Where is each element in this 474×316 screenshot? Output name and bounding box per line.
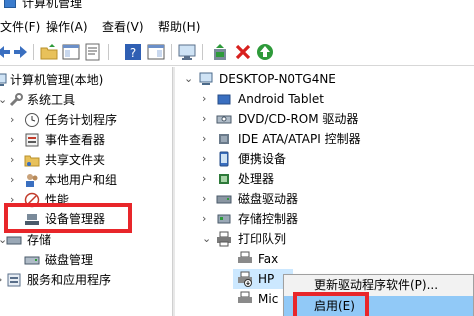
services-icon bbox=[7, 273, 21, 287]
chevron-right-icon[interactable]: › bbox=[202, 192, 212, 206]
tree-services-apps[interactable]: › 服务和应用程序 bbox=[0, 270, 172, 290]
tree-task-scheduler[interactable]: › 任务计划程序 bbox=[0, 110, 172, 130]
chevron-right-icon[interactable]: › bbox=[202, 152, 212, 166]
device-category-print-queue[interactable]: ⌄ 打印队列 bbox=[175, 229, 474, 249]
menu-action[interactable]: 操作(A) bbox=[46, 18, 88, 35]
svg-text:?: ? bbox=[130, 46, 136, 60]
computer-icon bbox=[199, 72, 213, 85]
event-viewer-icon bbox=[25, 133, 39, 147]
chevron-down-icon[interactable]: ⌄ bbox=[184, 72, 194, 86]
device-category-portable[interactable]: › 便携设备 bbox=[175, 149, 474, 169]
printer-icon bbox=[217, 231, 231, 247]
tree-event-viewer[interactable]: › 事件查看器 bbox=[0, 130, 172, 150]
tree-storage[interactable]: ⌄ 存储 bbox=[0, 230, 172, 250]
portable-device-icon bbox=[219, 151, 229, 167]
monitor-icon[interactable] bbox=[178, 43, 196, 61]
device-category-storage-controller[interactable]: › 存储控制器 bbox=[175, 209, 474, 229]
storage-controller-icon bbox=[217, 214, 231, 224]
dvd-drive-icon bbox=[216, 115, 232, 124]
title-bar: 计算机管理 bbox=[0, 0, 474, 10]
menu-file[interactable]: 文件(F) bbox=[0, 18, 40, 35]
chevron-right-icon[interactable]: › bbox=[10, 113, 20, 127]
highlight-device-manager bbox=[4, 203, 132, 233]
computer-management-icon bbox=[0, 73, 7, 86]
device-category-ide[interactable]: › IDE ATA/ATAPI 控制器 bbox=[175, 129, 474, 149]
printer-disabled-icon bbox=[238, 271, 252, 287]
chevron-right-icon[interactable]: › bbox=[202, 132, 212, 146]
tablet-icon bbox=[217, 94, 231, 105]
update-driver-icon[interactable] bbox=[211, 43, 229, 61]
device-category-processor[interactable]: › 处理器 bbox=[175, 169, 474, 189]
processor-icon bbox=[219, 174, 229, 184]
chevron-down-icon[interactable]: ⌄ bbox=[0, 93, 8, 107]
device-category-android[interactable]: › Android Tablet bbox=[175, 89, 474, 109]
device-root[interactable]: ⌄ DESKTOP-N0TG4NE bbox=[175, 69, 474, 89]
printer-icon bbox=[238, 291, 252, 303]
chevron-right-icon[interactable]: › bbox=[202, 172, 212, 186]
toolbar: ? bbox=[0, 38, 474, 66]
tree-disk-management[interactable]: 磁盘管理 bbox=[0, 250, 172, 270]
chevron-down-icon[interactable]: ⌄ bbox=[202, 232, 212, 246]
device-fax[interactable]: Fax bbox=[175, 249, 474, 269]
window-title: 计算机管理 bbox=[22, 0, 83, 10]
fax-icon bbox=[238, 251, 252, 263]
properties-icon[interactable] bbox=[84, 43, 102, 61]
help-icon[interactable]: ? bbox=[124, 43, 142, 61]
chevron-right-icon[interactable]: › bbox=[202, 92, 212, 106]
forward-icon[interactable] bbox=[12, 43, 30, 61]
chevron-right-icon[interactable]: › bbox=[202, 212, 212, 226]
show-hide-tree-icon[interactable] bbox=[62, 43, 80, 61]
menu-help[interactable]: 帮助(H) bbox=[158, 18, 200, 35]
menu-bar: 文件(F) 操作(A) 查看(V) 帮助(H) bbox=[0, 12, 474, 38]
back-icon[interactable] bbox=[0, 43, 12, 61]
disk-drive-icon bbox=[216, 195, 232, 204]
up-folder-icon[interactable] bbox=[40, 43, 58, 61]
enable-icon[interactable] bbox=[256, 43, 274, 61]
users-icon bbox=[26, 174, 38, 187]
highlight-enable bbox=[293, 292, 369, 316]
device-category-dvd[interactable]: › DVD/CD-ROM 驱动器 bbox=[175, 109, 474, 129]
show-pane-icon[interactable] bbox=[147, 43, 165, 61]
tree-root[interactable]: 计算机管理(本地) bbox=[0, 70, 172, 90]
console-tree: 计算机管理(本地) ⌄ 系统工具 › 任务计划程序 › 事件查看器 › 共享文件… bbox=[0, 67, 172, 316]
tools-icon bbox=[9, 93, 23, 107]
clock-icon bbox=[25, 113, 39, 127]
chevron-right-icon[interactable]: › bbox=[202, 112, 212, 126]
tree-local-users[interactable]: › 本地用户和组 bbox=[0, 170, 172, 190]
computer-management-icon bbox=[4, 0, 16, 8]
chevron-right-icon[interactable]: › bbox=[10, 133, 20, 147]
tree-system-tools[interactable]: ⌄ 系统工具 bbox=[0, 90, 172, 110]
menu-view[interactable]: 查看(V) bbox=[102, 18, 144, 35]
device-category-disk-drives[interactable]: › 磁盘驱动器 bbox=[175, 189, 474, 209]
storage-icon bbox=[6, 236, 22, 245]
chevron-right-icon[interactable]: › bbox=[10, 173, 20, 187]
ide-controller-icon bbox=[219, 134, 229, 144]
uninstall-icon[interactable] bbox=[234, 43, 252, 61]
tree-shared-folders[interactable]: › 共享文件夹 bbox=[0, 150, 172, 170]
chevron-right-icon[interactable]: › bbox=[10, 153, 20, 167]
shared-folder-icon bbox=[24, 155, 40, 167]
disk-icon bbox=[24, 256, 40, 265]
